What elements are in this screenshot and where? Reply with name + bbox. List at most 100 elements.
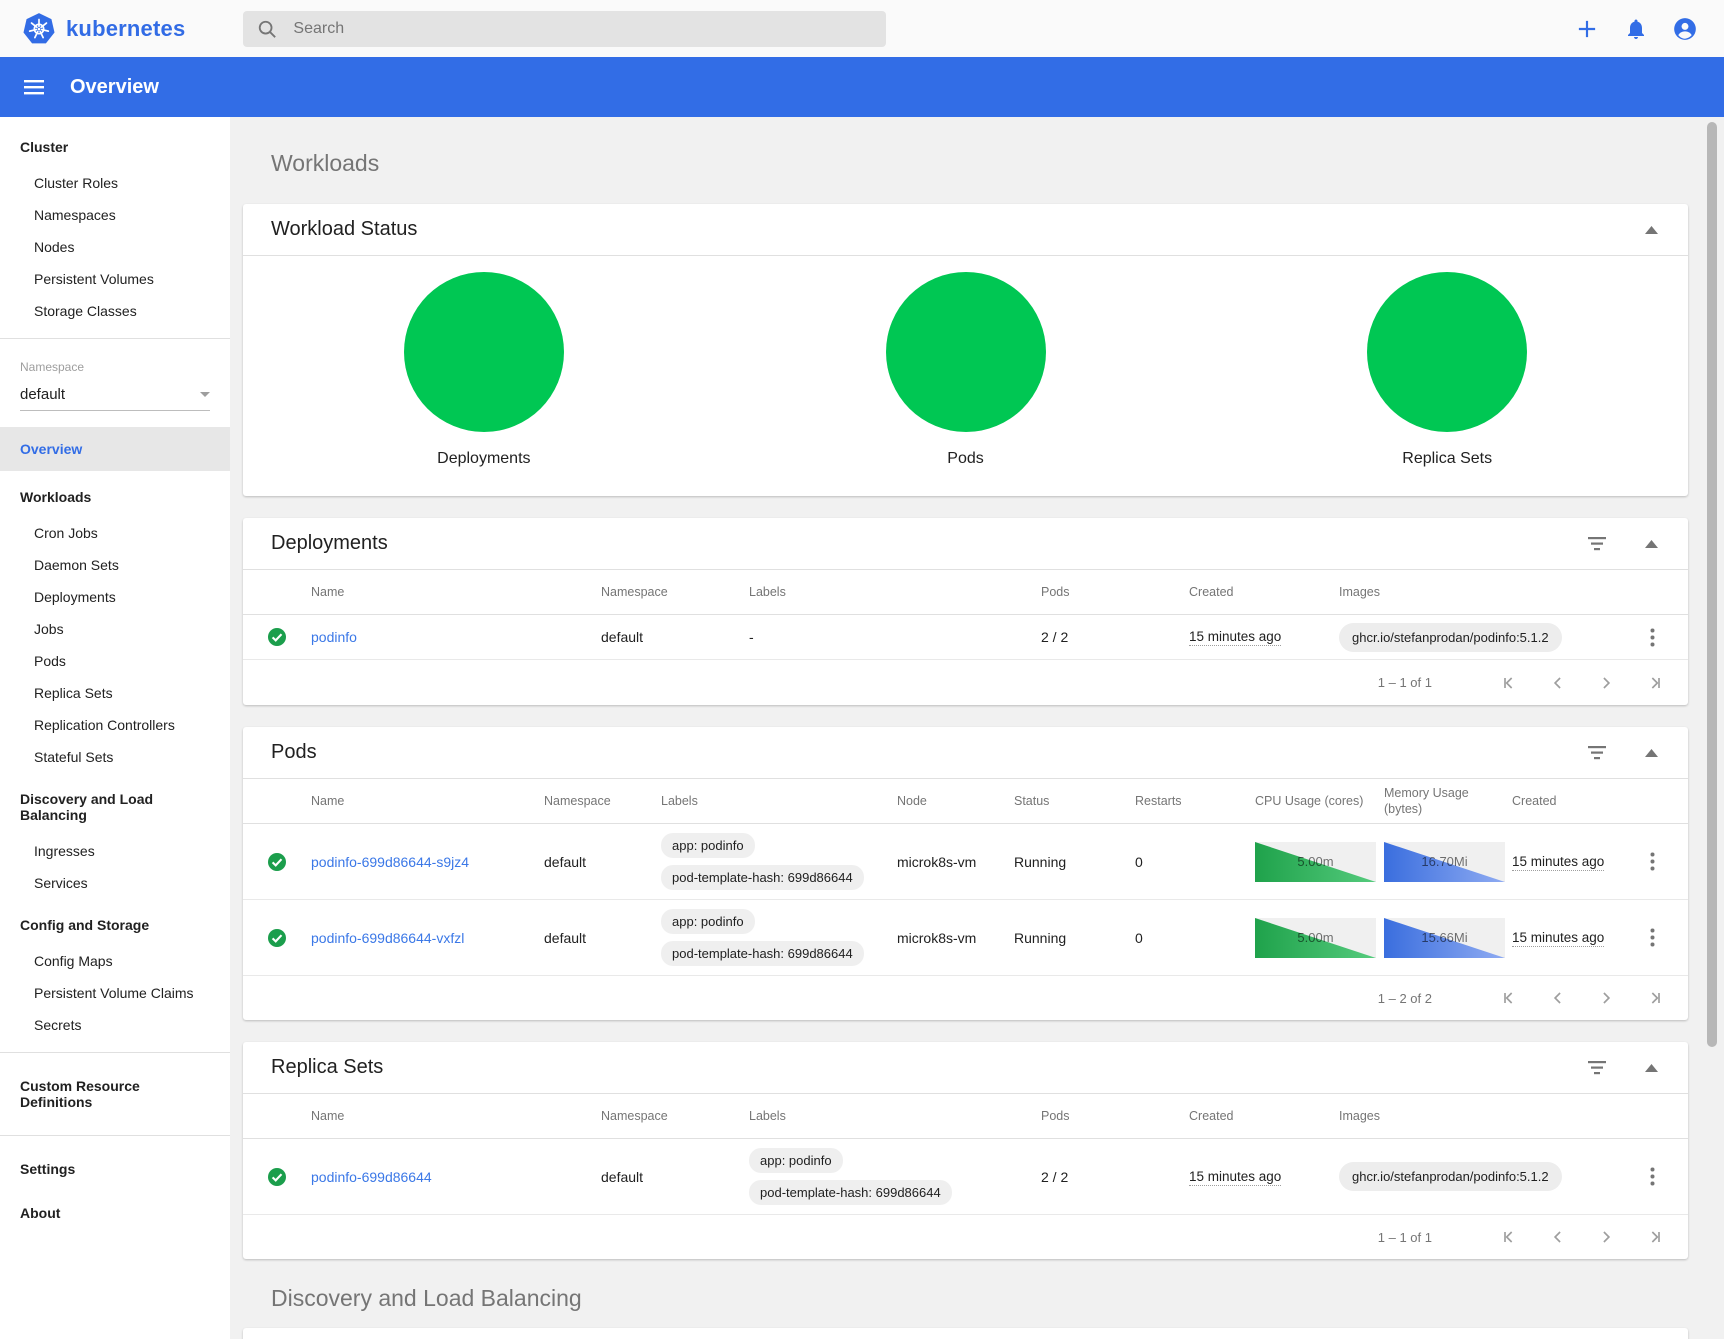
- table-pagination: 1 – 2 of 2: [243, 976, 1688, 1020]
- labels-chips: app: podinfopod-template-hash: 699d86644: [661, 900, 897, 975]
- created-timestamp: 15 minutes ago: [1512, 853, 1604, 871]
- table-header-row: NameNamespaceLabelsPodsCreatedImages: [243, 570, 1688, 615]
- last-page-icon[interactable]: [1644, 988, 1664, 1008]
- first-page-icon[interactable]: [1500, 988, 1520, 1008]
- workload-status-charts: DeploymentsPodsReplica Sets: [243, 256, 1688, 496]
- chart-label: Deployments: [437, 450, 530, 468]
- donut-chart-running: [404, 272, 564, 432]
- global-search[interactable]: [243, 11, 886, 47]
- sidebar-item-about[interactable]: About: [0, 1191, 230, 1235]
- sidebar-divider: [0, 1052, 230, 1053]
- sidebar-item-secrets[interactable]: Secrets: [0, 1009, 230, 1041]
- sidebar-divider: [0, 1135, 230, 1136]
- resource-name-link[interactable]: podinfo-699d86644-s9jz4: [311, 854, 544, 870]
- row-actions-menu-icon[interactable]: [1646, 624, 1659, 651]
- kubernetes-brand[interactable]: kubernetes: [22, 12, 185, 46]
- collapse-card-icon[interactable]: [1645, 1064, 1658, 1072]
- cell-text: -: [749, 629, 1041, 645]
- column-header: CPU Usage (cores): [1255, 793, 1384, 809]
- next-page-icon[interactable]: [1596, 673, 1616, 693]
- sidebar-item-custom-resource-definitions[interactable]: Custom Resource Definitions: [0, 1064, 230, 1124]
- row-actions-menu-icon[interactable]: [1646, 924, 1659, 951]
- created-timestamp: 15 minutes ago: [1189, 1168, 1281, 1186]
- sidebar-item-namespaces[interactable]: Namespaces: [0, 199, 230, 231]
- search-input[interactable]: [293, 20, 872, 38]
- next-page-icon[interactable]: [1596, 1227, 1616, 1247]
- sidebar-item-stateful-sets[interactable]: Stateful Sets: [0, 741, 230, 773]
- first-page-icon[interactable]: [1500, 673, 1520, 693]
- notifications-bell-icon[interactable]: [1624, 17, 1648, 41]
- sidebar-divider: [0, 338, 230, 339]
- sidebar-item-pods[interactable]: Pods: [0, 645, 230, 677]
- resource-name-link[interactable]: podinfo: [311, 629, 601, 645]
- filter-icon[interactable]: [1587, 537, 1607, 551]
- cell-text: 0: [1135, 854, 1255, 870]
- search-icon: [257, 19, 277, 39]
- first-page-icon[interactable]: [1500, 1227, 1520, 1247]
- image-chip: ghcr.io/stefanprodan/podinfo:5.1.2: [1339, 1162, 1562, 1191]
- collapse-card-icon[interactable]: [1645, 540, 1658, 548]
- sidebar-item-ingresses[interactable]: Ingresses: [0, 835, 230, 867]
- next-page-icon[interactable]: [1596, 988, 1616, 1008]
- main-content: Workloads Workload Status DeploymentsPod…: [230, 117, 1724, 1339]
- table-pagination: 1 – 1 of 1: [243, 1215, 1688, 1259]
- sidebar-item-services[interactable]: Services: [0, 867, 230, 899]
- resource-name-link[interactable]: podinfo-699d86644-vxfzl: [311, 930, 544, 946]
- services-card: Services: [243, 1328, 1688, 1339]
- memory-usage-sparkline: 16.70Mi: [1384, 842, 1505, 882]
- label-chip: app: podinfo: [661, 909, 755, 934]
- account-avatar-icon[interactable]: [1672, 16, 1698, 42]
- resource-name-link[interactable]: podinfo-699d86644: [311, 1169, 601, 1185]
- sidebar-item-deployments[interactable]: Deployments: [0, 581, 230, 613]
- sidebar-item-daemon-sets[interactable]: Daemon Sets: [0, 549, 230, 581]
- sidebar-item-persistent-volumes[interactable]: Persistent Volumes: [0, 263, 230, 295]
- section-title-workloads: Workloads: [271, 150, 1688, 177]
- sidebar-item-settings[interactable]: Settings: [0, 1147, 230, 1191]
- last-page-icon[interactable]: [1644, 673, 1664, 693]
- pagination-range: 1 – 1 of 1: [1378, 1230, 1432, 1245]
- sidebar-item-config-maps[interactable]: Config Maps: [0, 945, 230, 977]
- sidebar-item-cluster-roles[interactable]: Cluster Roles: [0, 167, 230, 199]
- hamburger-menu-icon[interactable]: [24, 80, 44, 95]
- sidebar-item-replica-sets[interactable]: Replica Sets: [0, 677, 230, 709]
- column-header: Pods: [1041, 1108, 1189, 1124]
- previous-page-icon[interactable]: [1548, 988, 1568, 1008]
- sidebar-item-nodes[interactable]: Nodes: [0, 231, 230, 263]
- column-header: Status: [1014, 793, 1135, 809]
- table-row: podinfo-699d86644-s9jz4defaultapp: podin…: [243, 824, 1688, 900]
- previous-page-icon[interactable]: [1548, 1227, 1568, 1247]
- column-header: Restarts: [1135, 793, 1255, 809]
- filter-icon[interactable]: [1587, 1061, 1607, 1075]
- column-header: Namespace: [544, 793, 661, 809]
- cell-text: microk8s-vm: [897, 854, 1014, 870]
- previous-page-icon[interactable]: [1548, 673, 1568, 693]
- replica-sets-title: Replica Sets: [271, 1056, 1549, 1079]
- donut-chart-running: [1367, 272, 1527, 432]
- cell-text: microk8s-vm: [897, 930, 1014, 946]
- column-header: Pods: [1041, 584, 1189, 600]
- cell-text: default: [544, 854, 661, 870]
- cell-text: 2 / 2: [1041, 629, 1189, 645]
- sidebar-group-discovery-and-load-balancing: Discovery and Load Balancing: [0, 778, 230, 835]
- collapse-card-icon[interactable]: [1645, 226, 1658, 234]
- sidebar-item-jobs[interactable]: Jobs: [0, 613, 230, 645]
- sidebar-item-replication-controllers[interactable]: Replication Controllers: [0, 709, 230, 741]
- sidebar-item-cron-jobs[interactable]: Cron Jobs: [0, 517, 230, 549]
- row-actions-menu-icon[interactable]: [1646, 848, 1659, 875]
- workload-status-title: Workload Status: [271, 218, 1607, 241]
- vertical-scrollbar[interactable]: [1707, 122, 1717, 1047]
- image-chip: ghcr.io/stefanprodan/podinfo:5.1.2: [1339, 623, 1562, 652]
- cell-text: Running: [1014, 930, 1135, 946]
- sidebar-item-storage-classes[interactable]: Storage Classes: [0, 295, 230, 327]
- row-actions-menu-icon[interactable]: [1646, 1163, 1659, 1190]
- namespace-select[interactable]: default: [20, 379, 210, 411]
- column-header: Namespace: [601, 1108, 749, 1124]
- last-page-icon[interactable]: [1644, 1227, 1664, 1247]
- workload-status-chart: Replica Sets: [1206, 260, 1688, 468]
- filter-icon[interactable]: [1587, 746, 1607, 760]
- create-resource-button[interactable]: [1574, 16, 1600, 42]
- sidebar-item-overview[interactable]: Overview: [0, 427, 230, 471]
- label-chip: app: podinfo: [661, 833, 755, 858]
- collapse-card-icon[interactable]: [1645, 749, 1658, 757]
- sidebar-item-persistent-volume-claims[interactable]: Persistent Volume Claims: [0, 977, 230, 1009]
